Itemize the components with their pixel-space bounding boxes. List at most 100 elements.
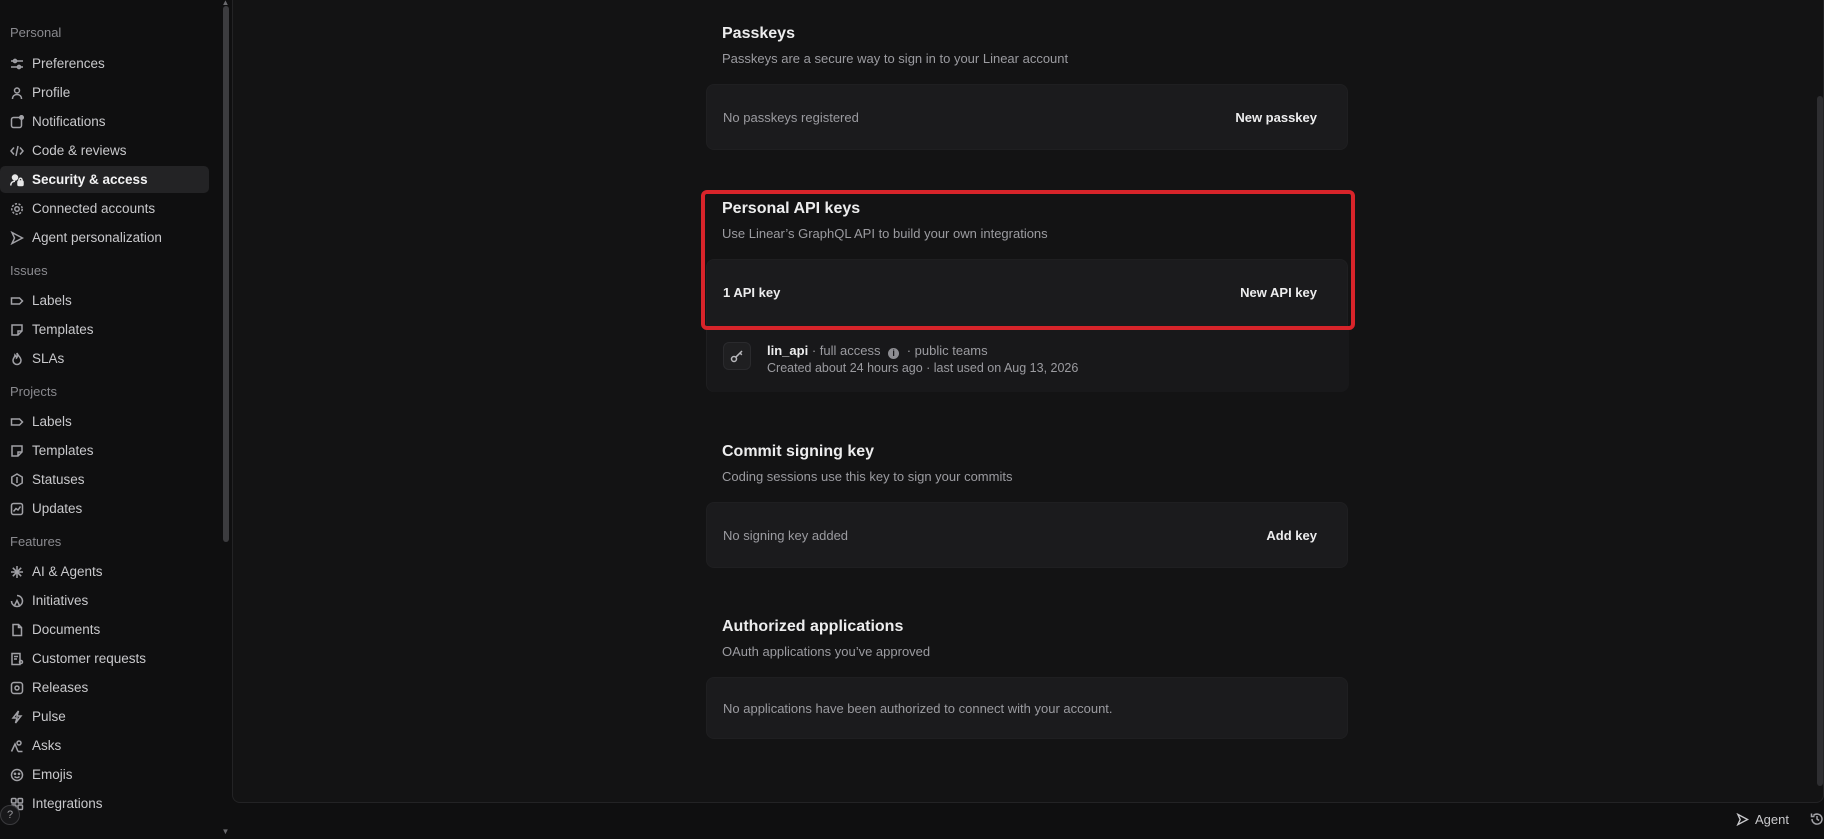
sidebar-item-customer-requests[interactable]: Customer requests [0, 645, 209, 672]
sidebar-item-label: Labels [32, 293, 72, 308]
settings-sidebar: Personal Preferences Profile Notificatio… [0, 0, 225, 839]
template-icon [10, 444, 24, 458]
commit-signing-title: Commit signing key [722, 443, 875, 460]
sidebar-item-emojis[interactable]: Emojis [0, 761, 209, 788]
passkeys-card: No passkeys registered New passkey [706, 84, 1348, 150]
api-keys-title: Personal API keys [722, 200, 861, 217]
sidebar-item-label: Customer requests [32, 651, 147, 666]
sidebar-item-label: Templates [32, 322, 94, 337]
sidebar-section-issues: Issues [10, 263, 48, 278]
sidebar-item-pulse[interactable]: Pulse [0, 703, 209, 730]
template-icon [10, 323, 24, 337]
sidebar-item-project-labels[interactable]: Labels [0, 408, 209, 435]
sidebar-item-label: SLAs [32, 351, 65, 366]
sidebar-item-label: Pulse [32, 709, 66, 724]
sidebar-item-label: Agent personalization [32, 230, 162, 245]
sidebar-item-preferences[interactable]: Preferences [0, 50, 209, 77]
sidebar-section-personal: Personal [10, 25, 62, 40]
sidebar-section-features: Features [10, 534, 62, 549]
sliders-icon [10, 57, 24, 71]
sidebar-item-initiatives[interactable]: Initiatives [0, 587, 209, 614]
sidebar-item-label: Updates [32, 501, 83, 516]
sidebar-item-label: Code & reviews [32, 143, 127, 158]
hexagon-icon [10, 472, 24, 487]
api-keys-description: Use Linear’s GraphQL API to build your o… [722, 226, 1048, 241]
sidebar-item-label: Labels [32, 414, 72, 429]
user-lock-icon [10, 173, 24, 187]
history-icon[interactable] [1810, 812, 1824, 826]
sidebar-item-label: Emojis [32, 767, 73, 782]
agent-button[interactable]: Agent [1736, 812, 1789, 827]
authorized-apps-title: Authorized applications [722, 618, 904, 635]
notification-icon [10, 114, 24, 129]
sidebar-item-label: Profile [32, 85, 71, 100]
api-key-summary: lin_api · full access i · public teams [767, 343, 988, 359]
label-icon [10, 415, 24, 429]
api-key-meta: Created about 24 hours ago · last used o… [767, 361, 1079, 375]
chart-icon [10, 502, 24, 516]
document-icon [10, 623, 24, 637]
sidebar-item-label: Initiatives [32, 593, 89, 608]
api-keys-card: 1 API key New API key lin_api · full acc… [706, 259, 1349, 392]
info-icon[interactable]: i [888, 348, 900, 359]
api-key-access: · full access [811, 343, 881, 358]
sidebar-item-label: Security & access [32, 172, 148, 187]
sidebar-item-label: Notifications [32, 114, 106, 129]
new-api-key-button[interactable]: New API key [1240, 285, 1317, 300]
sidebar-item-slas[interactable]: SLAs [0, 345, 209, 372]
customer-icon [10, 652, 24, 666]
asks-icon [10, 739, 24, 753]
sidebar-item-label: AI & Agents [32, 564, 103, 579]
sidebar-item-releases[interactable]: Releases [0, 674, 209, 701]
sidebar-item-label: Templates [32, 443, 94, 458]
sidebar-item-code-reviews[interactable]: Code & reviews [0, 137, 209, 164]
sidebar-item-statuses[interactable]: Statuses [0, 466, 209, 493]
commit-signing-card: No signing key added Add key [706, 502, 1348, 568]
api-key-count: 1 API key [723, 285, 781, 300]
sidebar-item-label: Releases [32, 680, 89, 695]
sidebar-item-issue-templates[interactable]: Templates [0, 316, 209, 343]
agent-icon [10, 230, 24, 245]
sidebar-item-security-access[interactable]: Security & access [0, 166, 209, 193]
authorized-apps-card: No applications have been authorized to … [706, 677, 1348, 739]
sidebar-item-updates[interactable]: Updates [0, 495, 209, 522]
sidebar-item-notifications[interactable]: Notifications [0, 108, 209, 135]
scroll-down-arrow-icon[interactable]: ▼ [221, 828, 230, 836]
sidebar-item-ai-agents[interactable]: AI & Agents [0, 558, 209, 585]
emoji-icon [10, 768, 24, 782]
sidebar-item-profile[interactable]: Profile [0, 79, 209, 106]
sidebar-item-label: Statuses [32, 472, 85, 487]
api-key-row[interactable]: lin_api · full access i · public teams C… [707, 330, 1349, 392]
sidebar-item-issue-labels[interactable]: Labels [0, 287, 209, 314]
sidebar-item-label: Connected accounts [32, 201, 156, 216]
sidebar-item-asks[interactable]: Asks [0, 732, 209, 759]
sidebar-item-integrations[interactable]: Integrations [0, 790, 209, 817]
sidebar-item-project-templates[interactable]: Templates [0, 437, 209, 464]
api-key-name: lin_api [767, 343, 809, 358]
help-button[interactable]: ? [0, 805, 20, 825]
sidebar-item-label: Documents [32, 622, 101, 637]
add-key-button[interactable]: Add key [1266, 528, 1317, 543]
key-icon [723, 342, 751, 370]
main-scrollbar[interactable] [1817, 96, 1823, 786]
agent-label: Agent [1755, 812, 1789, 827]
new-passkey-button[interactable]: New passkey [1235, 110, 1317, 125]
sparkle-icon [10, 565, 24, 579]
authorized-apps-description: OAuth applications you’ve approved [722, 644, 931, 659]
sidebar-item-label: Integrations [32, 796, 103, 811]
gear-icon [10, 202, 24, 216]
authorized-apps-empty-text: No applications have been authorized to … [723, 701, 1113, 716]
sidebar-item-documents[interactable]: Documents [0, 616, 209, 643]
commit-signing-empty-text: No signing key added [723, 528, 849, 543]
sidebar-item-label: Preferences [32, 56, 105, 71]
settings-main-panel: Passkeys Passkeys are a secure way to si… [232, 0, 1824, 803]
sidebar-item-agent-personalization[interactable]: Agent personalization [0, 224, 209, 251]
sidebar-item-connected-accounts[interactable]: Connected accounts [0, 195, 209, 222]
flame-icon [10, 352, 24, 366]
commit-signing-description: Coding sessions use this key to sign you… [722, 469, 1013, 484]
person-icon [10, 86, 24, 100]
sidebar-scrollbar[interactable] [223, 6, 229, 542]
sidebar-item-label: Asks [32, 738, 62, 753]
sidebar-section-projects: Projects [10, 384, 57, 399]
pulse-icon [10, 710, 24, 724]
